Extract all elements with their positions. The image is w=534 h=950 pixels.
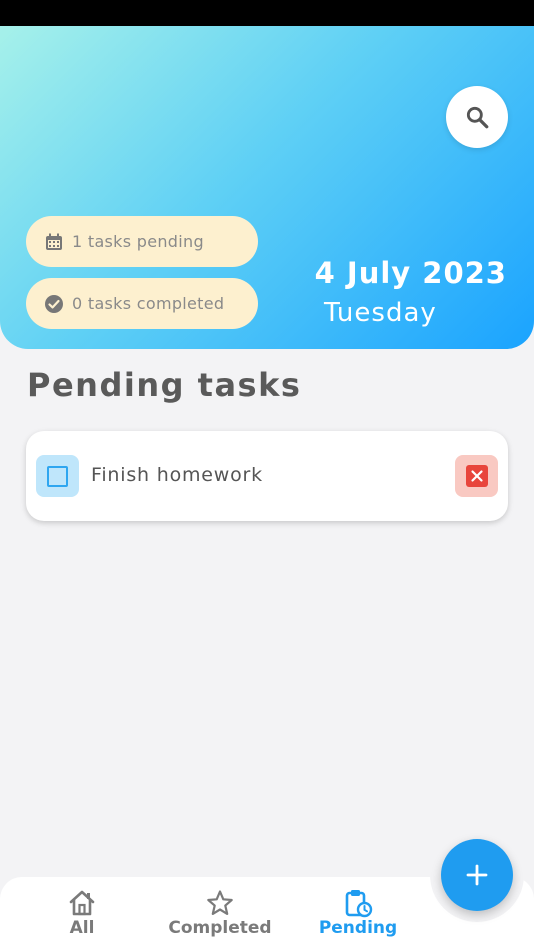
nav-item-pending[interactable]: Pending <box>310 888 406 938</box>
nav-label-all: All <box>69 918 95 938</box>
task-checkbox[interactable] <box>36 455 79 497</box>
delete-task-button[interactable] <box>455 455 498 497</box>
current-date: 4 July 2023 <box>314 256 507 290</box>
status-bar <box>0 0 534 26</box>
search-button[interactable] <box>446 86 508 148</box>
pending-summary-text: 1 tasks pending <box>72 232 204 251</box>
add-task-button[interactable] <box>441 839 513 911</box>
nav-item-completed[interactable]: Completed <box>160 888 280 938</box>
nav-item-all[interactable]: All <box>62 888 102 938</box>
clipboard-clock-icon <box>343 888 373 918</box>
star-icon <box>206 888 234 918</box>
home-icon <box>67 888 97 918</box>
completed-summary-pill: 0 tasks completed <box>26 278 258 329</box>
task-item[interactable]: Finish homework <box>26 431 508 521</box>
nav-label-pending: Pending <box>318 918 398 938</box>
header-banner: 1 tasks pending 0 tasks completed 4 July… <box>0 26 534 349</box>
page-title: Pending tasks <box>27 366 302 404</box>
pending-summary-pill: 1 tasks pending <box>26 216 258 267</box>
plus-icon <box>466 864 488 886</box>
checkbox-empty-icon <box>47 465 68 487</box>
close-icon <box>465 465 488 487</box>
task-title: Finish homework <box>91 464 263 486</box>
completed-summary-text: 0 tasks completed <box>72 294 225 313</box>
calendar-icon <box>44 232 64 252</box>
search-icon <box>466 106 489 129</box>
current-weekday: Tuesday <box>324 298 437 328</box>
check-circle-icon <box>44 294 64 314</box>
nav-label-completed: Completed <box>168 918 272 938</box>
